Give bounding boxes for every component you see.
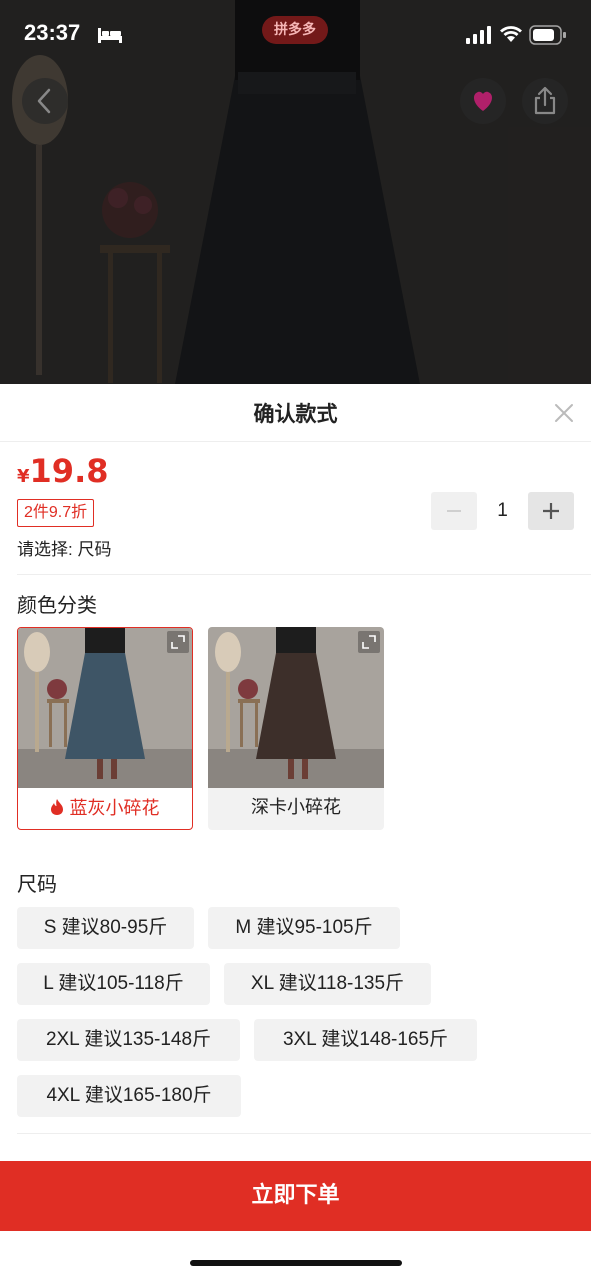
status-time: 23:37 bbox=[24, 20, 81, 45]
size-option-4xl[interactable]: 4XL 建议165-180斤 bbox=[17, 1075, 241, 1117]
color-option-photo bbox=[208, 627, 384, 788]
selection-hint: 请选择: 尺码 bbox=[17, 540, 112, 559]
heart-icon bbox=[473, 91, 493, 111]
size-section-label: 尺码 bbox=[17, 874, 57, 896]
favorite-button[interactable] bbox=[460, 78, 506, 124]
size-option-2xl[interactable]: 2XL 建议135-148斤 bbox=[17, 1019, 240, 1061]
quantity-stepper: 1 bbox=[431, 492, 574, 530]
battery-icon bbox=[529, 25, 566, 45]
color-section-label: 颜色分类 bbox=[17, 595, 97, 617]
size-option-3xl[interactable]: 3XL 建议148-165斤 bbox=[254, 1019, 477, 1061]
increase-quantity-button[interactable] bbox=[528, 492, 574, 530]
size-option-xl[interactable]: XL 建议118-135斤 bbox=[224, 963, 431, 1005]
minus-icon bbox=[447, 510, 461, 512]
plus-icon bbox=[543, 503, 559, 519]
color-option-label: 深卡小碎花 bbox=[251, 797, 341, 817]
share-icon bbox=[534, 86, 556, 115]
divider bbox=[17, 1133, 591, 1134]
quantity-value[interactable]: 1 bbox=[477, 492, 528, 530]
sheet-header: 确认款式 bbox=[0, 384, 591, 442]
size-option-l[interactable]: L 建议105-118斤 bbox=[17, 963, 210, 1005]
discount-badge: 2件9.7折 bbox=[17, 499, 95, 527]
brand-badge: 拼多多 bbox=[262, 16, 328, 44]
size-option-m[interactable]: M 建议95-105斤 bbox=[208, 907, 400, 949]
cellular-signal-icon bbox=[466, 26, 491, 44]
wifi-icon bbox=[500, 26, 522, 42]
price-currency: ¥ bbox=[17, 466, 30, 487]
back-button[interactable] bbox=[22, 78, 68, 124]
fire-icon bbox=[51, 799, 64, 815]
expand-icon[interactable] bbox=[358, 631, 380, 653]
place-order-button[interactable]: 立即下单 bbox=[0, 1161, 591, 1231]
color-option-0[interactable]: 蓝灰小碎花 bbox=[17, 627, 193, 830]
price: ¥19.8 bbox=[17, 452, 108, 490]
sku-selection-sheet: 确认款式 ¥19.8 2件9.7折 请选择: 尺码 1 颜色分类 蓝灰小碎花 深… bbox=[0, 384, 591, 1280]
chevron-left-icon bbox=[37, 88, 51, 114]
color-option-1[interactable]: 深卡小碎花 bbox=[208, 627, 384, 830]
close-icon[interactable] bbox=[553, 402, 575, 424]
home-indicator bbox=[190, 1260, 402, 1266]
sleep-mode-icon bbox=[98, 28, 122, 43]
divider bbox=[17, 574, 591, 575]
expand-icon[interactable] bbox=[167, 631, 189, 653]
size-option-s[interactable]: S 建议80-95斤 bbox=[17, 907, 194, 949]
color-option-label: 蓝灰小碎花 bbox=[18, 794, 192, 820]
color-option-photo bbox=[18, 628, 192, 788]
share-button[interactable] bbox=[522, 78, 568, 124]
decrease-quantity-button[interactable] bbox=[431, 492, 477, 530]
sheet-title: 确认款式 bbox=[253, 402, 338, 426]
price-amount: 19.8 bbox=[29, 452, 109, 490]
